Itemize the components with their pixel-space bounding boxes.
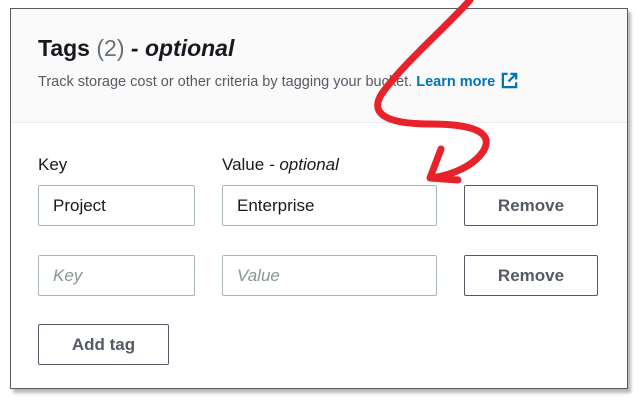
tags-panel: Tags (2) - optional Track storage cost o… bbox=[10, 8, 628, 389]
tag-value-input-1[interactable] bbox=[222, 185, 437, 226]
screenshot-stage: Tags (2) - optional Track storage cost o… bbox=[0, 0, 641, 408]
title-text: Tags bbox=[38, 35, 90, 61]
external-link-icon bbox=[501, 72, 518, 89]
remove-tag-button-2[interactable]: Remove bbox=[464, 255, 598, 296]
title-optional: - optional bbox=[130, 35, 235, 61]
panel-title: Tags (2) - optional bbox=[38, 34, 234, 62]
learn-more-link[interactable]: Learn more bbox=[416, 72, 519, 90]
learn-more-label: Learn more bbox=[416, 74, 496, 90]
value-column-label: Value - optional bbox=[222, 155, 339, 175]
panel-description: Track storage cost or other criteria by … bbox=[38, 71, 519, 91]
tag-value-input-2[interactable] bbox=[222, 255, 437, 296]
description-text: Track storage cost or other criteria by … bbox=[38, 74, 413, 90]
panel-header: Tags (2) - optional Track storage cost o… bbox=[11, 9, 627, 123]
tag-key-input-1[interactable] bbox=[38, 185, 195, 226]
key-column-label: Key bbox=[38, 155, 68, 174]
tag-count: (2) bbox=[96, 35, 125, 61]
value-label-text: Value bbox=[222, 155, 265, 174]
add-tag-button[interactable]: Add tag bbox=[38, 324, 169, 365]
remove-tag-button-1[interactable]: Remove bbox=[464, 185, 598, 226]
value-label-optional: - optional bbox=[268, 155, 339, 174]
tag-key-input-2[interactable] bbox=[38, 255, 195, 296]
